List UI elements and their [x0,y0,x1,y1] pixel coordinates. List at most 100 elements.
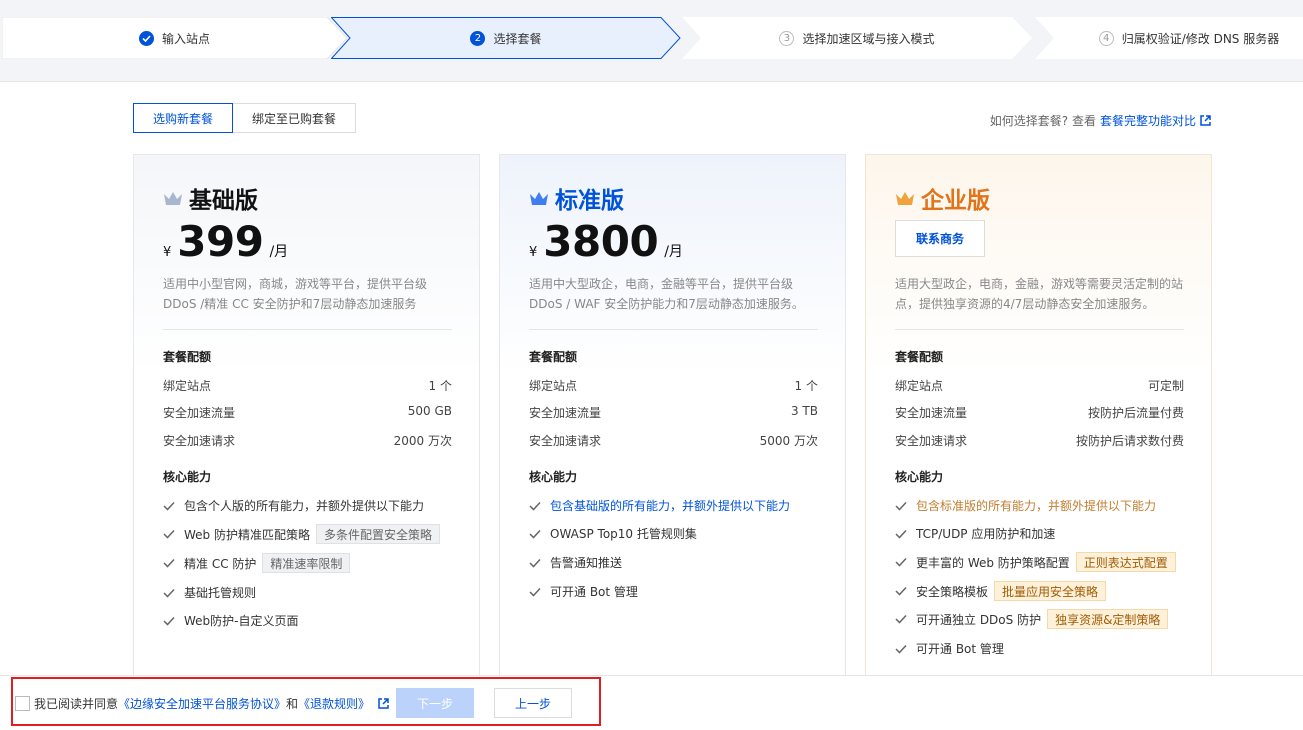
feature-tag: 精准速率限制 [262,553,351,573]
compare-hint-text: 如何选择套餐? 查看 [989,114,1096,128]
step-2-number: 2 [470,30,486,46]
step-4-label: 归属权验证/修改 DNS 服务器 [1121,31,1280,46]
compare-link[interactable]: 套餐完整功能对比 [1100,112,1196,129]
quota-row: 安全加速流量 按防护后流量付费 [895,406,1184,420]
step-2: 2 选择套餐 [331,17,681,59]
check-icon [163,529,175,539]
step-1: 输入站点 [2,17,347,59]
quota-row: 绑定站点 1 个 [163,379,452,393]
plan-panel: 选购新套餐 绑定至已购套餐 如何选择套餐? 查看 套餐完整功能对比 基础版 ¥ … [0,81,1303,684]
feature-item: 可开通 Bot 管理 [529,583,638,600]
agree-text: 我已阅读并同意 [34,697,119,711]
feature-item: Web 防护精准匹配策略 多条件配置安全策略 [163,524,440,544]
core-title: 核心能力 [529,470,578,484]
agree-checkbox[interactable] [15,696,30,711]
plan-tabs: 选购新套餐 绑定至已购套餐 [133,103,357,133]
price-value: 399 [177,217,264,266]
step-3: 3 选择加速区域与接入模式 [682,17,1032,59]
check-icon [529,587,541,597]
step-4-number: 4 [1098,30,1114,46]
check-icon [163,588,175,598]
quota-row: 绑定站点 1 个 [529,379,818,393]
plan-name: 基础版 [189,188,258,214]
tab-buy-new[interactable]: 选购新套餐 [133,103,234,133]
prev-button[interactable]: 上一步 [494,688,572,718]
currency-symbol: ¥ [529,245,538,260]
check-icon [895,586,907,596]
feature-item: 告警通知推送 [529,554,622,571]
check-icon [163,501,175,511]
feature-item: 更丰富的 Web 防护策略配置 正则表达式配置 [895,552,1176,572]
and-text: 和 [286,697,299,711]
plan-price: ¥ 3800 /月 [529,217,683,266]
check-icon [529,501,541,511]
plan-title: 标准版 [529,181,624,215]
core-title: 核心能力 [895,470,944,484]
check-icon [895,529,907,539]
check-icon [895,501,907,511]
check-icon [895,644,907,654]
check-icon [895,557,907,567]
quota-row: 安全加速请求 5000 万次 [529,434,818,448]
feature-item: OWASP Top10 托管规则集 [529,525,697,542]
step-4: 4 归属权验证/修改 DNS 服务器 [1035,17,1303,59]
feature-tag: 多条件配置安全策略 [315,524,440,544]
external-link-icon[interactable] [378,698,389,709]
quota-title: 套餐配额 [895,350,944,364]
feature-item: 包含个人版的所有能力，并额外提供以下能力 [163,497,424,514]
stepper: 输入站点 2 选择套餐 3 选择加速区域与接入模式 4 归属权验证/修改 DNS… [0,17,1303,59]
quota-row: 安全加速流量 3 TB [529,404,818,420]
plan-card-enterprise[interactable]: 企业版 联系商务 适用大型政企，电商，金融，游戏等需要灵活定制的站点，提供独享资… [865,154,1212,684]
refund-rules-link[interactable]: 《退款规则》 [298,695,370,712]
feature-item: 包含标准版的所有能力，并额外提供以下能力 [895,497,1156,514]
currency-symbol: ¥ [163,245,172,260]
external-link-icon[interactable] [1200,115,1211,126]
step-1-check-icon [138,30,154,46]
price-unit: /月 [664,244,683,260]
check-icon [529,529,541,539]
divider [895,329,1184,330]
step-3-number: 3 [779,30,795,46]
agreement: 我已阅读并同意 《边缘安全加速平台服务协议》 和 《退款规则》 [15,695,389,712]
quota-title: 套餐配额 [163,350,212,364]
step-1-label: 输入站点 [161,31,210,46]
feature-item: Web防护-自定义页面 [163,612,299,629]
step-3-label: 选择加速区域与接入模式 [802,31,935,46]
feature-item: TCP/UDP 应用防护和加速 [895,525,1055,542]
quota-row: 绑定站点 可定制 [895,379,1184,393]
plan-description: 适用大型政企，电商，金融，游戏等需要灵活定制的站点，提供独享资源的4/7层动静态… [895,277,1184,311]
step-2-label: 选择套餐 [493,31,542,46]
check-icon [163,558,175,568]
plan-title: 企业版 [895,181,990,215]
plan-card-standard[interactable]: 标准版 ¥ 3800 /月 适用中大型政企，电商，金融等平台，提供平台级 DDo… [499,154,846,684]
plan-description: 适用中小型官网，商城，游戏等平台，提供平台级 DDoS /精准 CC 安全防护和… [163,277,428,311]
tab-bind-existing[interactable]: 绑定至已购套餐 [233,103,357,133]
service-agreement-link[interactable]: 《边缘安全加速平台服务协议》 [118,695,286,712]
check-icon [163,616,175,626]
feature-tag: 正则表达式配置 [1075,552,1176,572]
compare-hint: 如何选择套餐? 查看 套餐完整功能对比 [990,112,1211,129]
feature-item: 包含基础版的所有能力，并额外提供以下能力 [529,497,790,514]
quota-title: 套餐配额 [529,350,578,364]
next-button[interactable]: 下一步 [396,688,474,718]
feature-item: 可开通独立 DDoS 防护 独享资源&定制策略 [895,609,1169,629]
feature-item: 基础托管规则 [163,584,256,601]
crown-icon [530,192,548,205]
core-title: 核心能力 [163,470,212,484]
plan-name: 企业版 [921,188,990,214]
plan-card-basic[interactable]: 基础版 ¥ 399 /月 适用中小型官网，商城，游戏等平台，提供平台级 DDoS… [133,154,480,684]
quota-row: 安全加速请求 2000 万次 [163,434,452,448]
feature-item: 精准 CC 防护 精准速率限制 [163,553,351,573]
quota-row: 安全加速请求 按防护后请求数付费 [895,434,1184,448]
contact-sales-button[interactable]: 联系商务 [895,220,985,257]
price-value: 3800 [543,217,659,266]
divider [529,329,818,330]
feature-item: 可开通 Bot 管理 [895,640,1004,657]
price-unit: /月 [269,244,289,260]
check-icon [529,558,541,568]
plan-title: 基础版 [163,181,258,215]
plan-name: 标准版 [555,188,624,214]
quota-row: 安全加速流量 500 GB [163,404,452,420]
feature-tag: 批量应用安全策略 [994,581,1107,601]
check-icon [895,614,907,624]
